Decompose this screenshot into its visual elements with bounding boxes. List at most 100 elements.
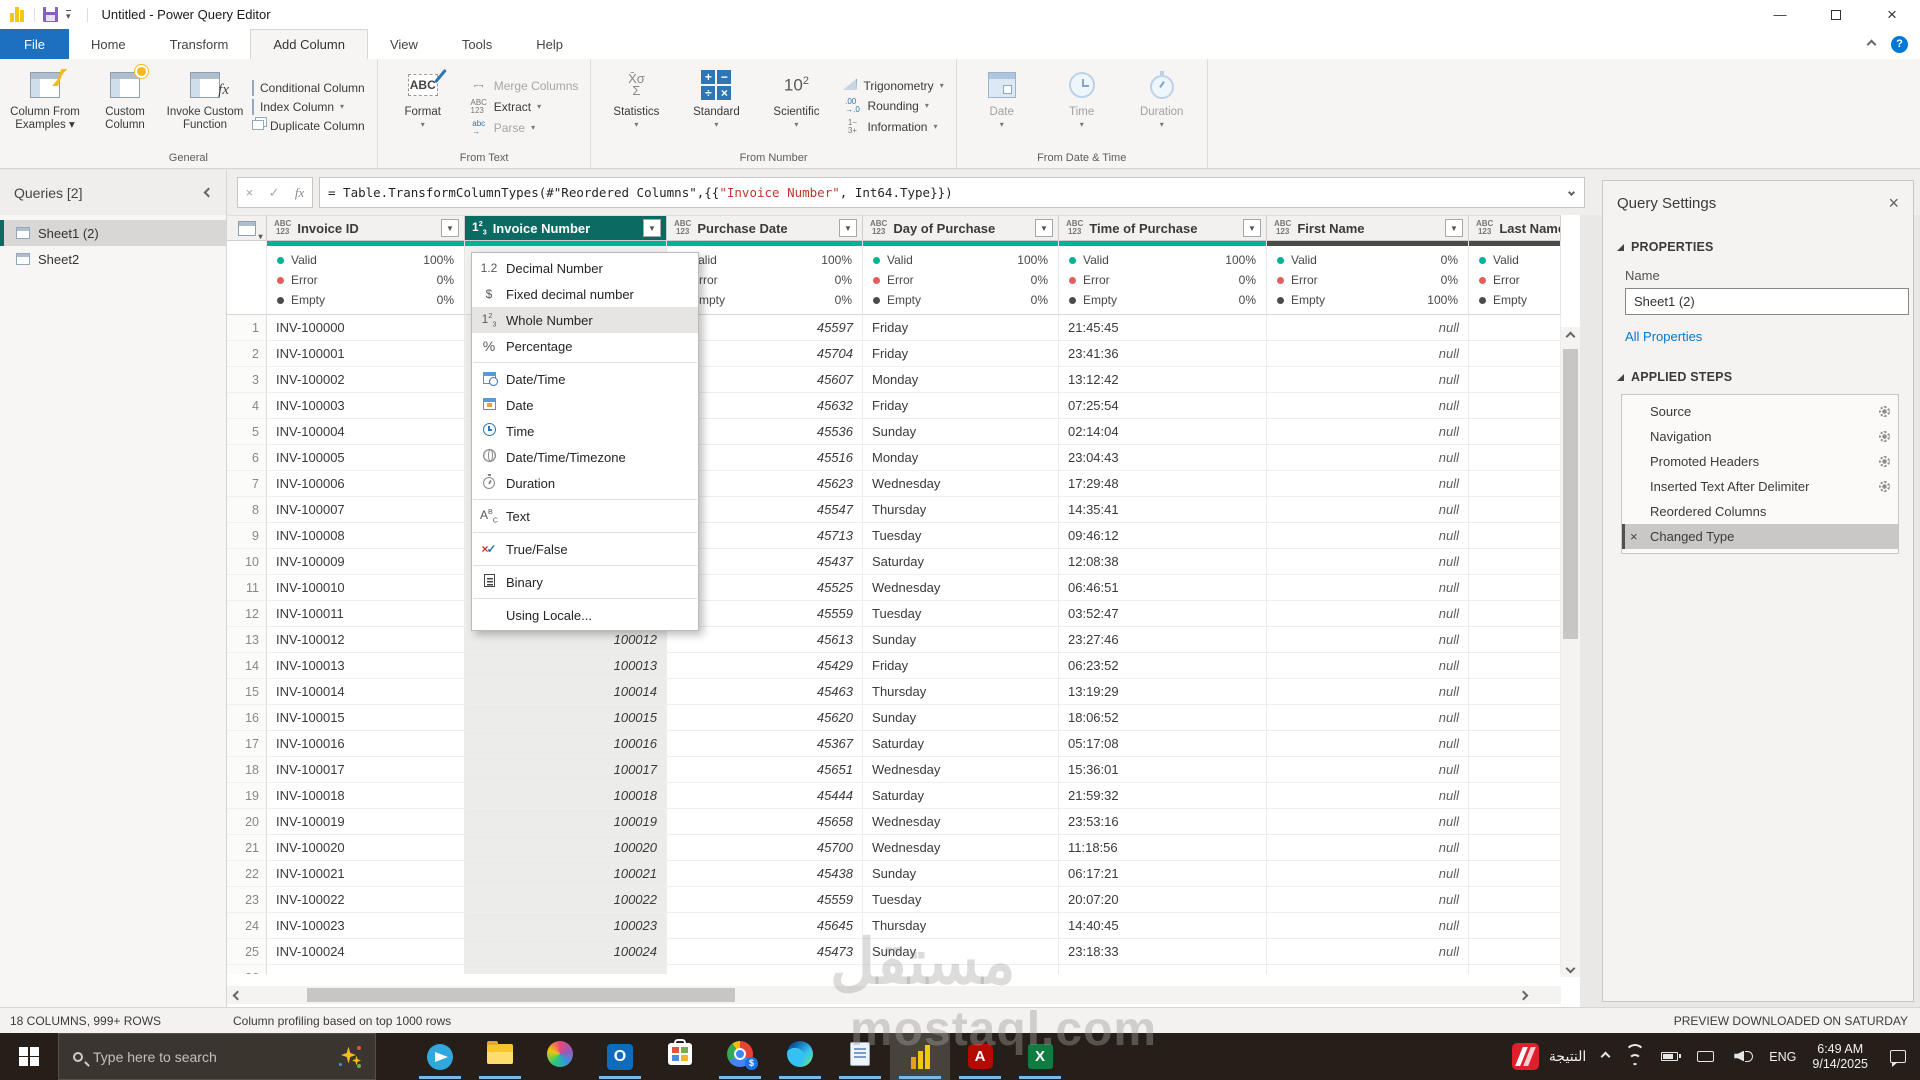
cell-time-of-purchase[interactable]: 14:35:41 bbox=[1059, 497, 1267, 523]
parse-button[interactable]: abc→Parse▾ bbox=[470, 120, 579, 136]
cell-invoice-id[interactable]: INV-100017 bbox=[267, 757, 465, 783]
cell-last-name[interactable] bbox=[1469, 887, 1561, 913]
cell-invoice-id[interactable]: INV-100003 bbox=[267, 393, 465, 419]
expand-formula-icon[interactable] bbox=[1568, 189, 1575, 196]
vertical-scroll-thumb[interactable] bbox=[1563, 349, 1578, 639]
cell-invoice-id[interactable]: INV-100008 bbox=[267, 523, 465, 549]
cell-day-of-purchase[interactable]: Friday bbox=[863, 393, 1059, 419]
date-button[interactable]: Date▾ bbox=[963, 63, 1041, 150]
cell-day-of-purchase[interactable]: Friday bbox=[863, 341, 1059, 367]
cell-day-of-purchase[interactable]: Saturday bbox=[863, 549, 1059, 575]
cancel-formula-icon[interactable]: × bbox=[246, 185, 254, 200]
maximize-button[interactable] bbox=[1808, 0, 1864, 29]
cell-invoice-id[interactable]: INV-100024 bbox=[267, 939, 465, 965]
conditional-column-button[interactable]: Conditional Column bbox=[252, 81, 365, 95]
cell-day-of-purchase[interactable]: Tuesday bbox=[863, 523, 1059, 549]
tab-home[interactable]: Home bbox=[69, 29, 148, 59]
cell-day-of-purchase[interactable]: Sunday bbox=[863, 627, 1059, 653]
cell-purchase-date[interactable]: 45429 bbox=[667, 653, 863, 679]
cell-last-name[interactable] bbox=[1469, 757, 1561, 783]
applied-step-source[interactable]: Source bbox=[1622, 399, 1898, 424]
cell-invoice-id[interactable]: INV-100010 bbox=[267, 575, 465, 601]
cell-invoice-id[interactable]: INV-100018 bbox=[267, 783, 465, 809]
cell-time-of-purchase[interactable]: 11:18:56 bbox=[1059, 835, 1267, 861]
cell-last-name[interactable] bbox=[1469, 913, 1561, 939]
tray-overflow-icon[interactable] bbox=[1601, 1052, 1611, 1062]
column-header-last-name[interactable]: ABC123Last Name bbox=[1469, 215, 1561, 241]
column-header-day-of-purchase[interactable]: ABC123Day of Purchase▼ bbox=[863, 215, 1059, 241]
cell-day-of-purchase[interactable]: Sunday bbox=[863, 861, 1059, 887]
extract-button[interactable]: ABC123Extract▾ bbox=[470, 99, 579, 115]
column-header-time-of-purchase[interactable]: ABC123Time of Purchase▼ bbox=[1059, 215, 1267, 241]
cell-day-of-purchase[interactable]: Wednesday bbox=[863, 835, 1059, 861]
cell-day-of-purchase[interactable]: Thursday bbox=[863, 497, 1059, 523]
menu-item-whole-number[interactable]: 123Whole Number bbox=[472, 307, 698, 333]
cell-day-of-purchase[interactable]: Sunday bbox=[863, 705, 1059, 731]
cell-last-name[interactable] bbox=[1469, 549, 1561, 575]
taskbar-search-box[interactable]: Type here to search bbox=[58, 1033, 376, 1080]
applied-step-navigation[interactable]: Navigation bbox=[1622, 424, 1898, 449]
cell-invoice-number[interactable]: 100020 bbox=[465, 835, 667, 861]
applied-step-reordered-columns[interactable]: Reordered Columns bbox=[1622, 499, 1898, 524]
language-indicator[interactable]: ENG bbox=[1769, 1050, 1796, 1064]
trigonometry-button[interactable]: Trigonometry▾ bbox=[843, 79, 943, 93]
cell-invoice-id[interactable]: INV-100023 bbox=[267, 913, 465, 939]
cell-invoice-number[interactable]: 100014 bbox=[465, 679, 667, 705]
status-profiling-info[interactable]: Column profiling based on top 1000 rows bbox=[233, 1014, 451, 1028]
cell-time-of-purchase[interactable]: 23:41:36 bbox=[1059, 341, 1267, 367]
cell-invoice-number[interactable]: 100016 bbox=[465, 731, 667, 757]
cell-invoice-id[interactable]: INV-100019 bbox=[267, 809, 465, 835]
cell-time-of-purchase[interactable]: 09:46:12 bbox=[1059, 523, 1267, 549]
cell-time-of-purchase[interactable]: 13:12:42 bbox=[1059, 367, 1267, 393]
cell-invoice-number[interactable]: 100023 bbox=[465, 913, 667, 939]
cell-first-name[interactable]: null bbox=[1267, 809, 1469, 835]
cell-time-of-purchase[interactable]: 15:36:01 bbox=[1059, 757, 1267, 783]
cell-first-name[interactable]: null bbox=[1267, 523, 1469, 549]
horizontal-scroll-thumb[interactable] bbox=[307, 988, 735, 1002]
scroll-right-icon[interactable] bbox=[1513, 992, 1533, 999]
menu-item-date-time-timezone[interactable]: Date/Time/Timezone bbox=[472, 444, 698, 470]
cell-last-name[interactable] bbox=[1469, 809, 1561, 835]
cell-purchase-date[interactable]: 45658 bbox=[667, 809, 863, 835]
taskbar-app-notepad[interactable] bbox=[830, 1033, 890, 1080]
step-settings-gear-icon[interactable] bbox=[1879, 406, 1890, 417]
statistics-button[interactable]: X̄σΣStatistics▾ bbox=[597, 63, 675, 150]
taskbar-app-chrome[interactable]: $ bbox=[710, 1033, 770, 1080]
cell-day-of-purchase[interactable]: Wednesday bbox=[863, 575, 1059, 601]
cell-day-of-purchase[interactable]: Wednesday bbox=[863, 809, 1059, 835]
wifi-icon[interactable] bbox=[1625, 1048, 1645, 1066]
menu-item-decimal-number[interactable]: 1.2Decimal Number bbox=[472, 255, 698, 281]
column-filter-icon[interactable]: ▼ bbox=[839, 219, 857, 237]
cell-time-of-purchase[interactable]: 17:29:48 bbox=[1059, 471, 1267, 497]
cell-time-of-purchase[interactable]: 13:19:29 bbox=[1059, 679, 1267, 705]
cell-last-name[interactable] bbox=[1469, 315, 1561, 341]
cell-time-of-purchase[interactable]: 12:08:38 bbox=[1059, 549, 1267, 575]
save-icon[interactable] bbox=[43, 7, 58, 22]
cell-invoice-id[interactable]: INV-100022 bbox=[267, 887, 465, 913]
cell-day-of-purchase[interactable]: Sunday bbox=[863, 939, 1059, 965]
taskbar-app-powerbi[interactable] bbox=[890, 1033, 950, 1080]
cell-invoice-number[interactable]: 100015 bbox=[465, 705, 667, 731]
cell-first-name[interactable]: null bbox=[1267, 705, 1469, 731]
query-item-sheet1-2[interactable]: Sheet1 (2) bbox=[0, 220, 226, 246]
cell-last-name[interactable] bbox=[1469, 835, 1561, 861]
cell-purchase-date[interactable]: 45700 bbox=[667, 835, 863, 861]
cell-invoice-id[interactable]: INV-100006 bbox=[267, 471, 465, 497]
cell-time-of-purchase[interactable]: 20:07:20 bbox=[1059, 887, 1267, 913]
cell-invoice-id[interactable]: INV-100012 bbox=[267, 627, 465, 653]
query-name-input[interactable] bbox=[1625, 288, 1909, 315]
cell-last-name[interactable] bbox=[1469, 705, 1561, 731]
cell-last-name[interactable] bbox=[1469, 367, 1561, 393]
scroll-up-icon[interactable] bbox=[1561, 327, 1580, 345]
cell-time-of-purchase[interactable]: 06:23:52 bbox=[1059, 653, 1267, 679]
cell-last-name[interactable] bbox=[1469, 731, 1561, 757]
cell-invoice-id[interactable]: INV-100007 bbox=[267, 497, 465, 523]
cell-last-name[interactable] bbox=[1469, 653, 1561, 679]
duplicate-column-button[interactable]: Duplicate Column bbox=[252, 119, 365, 133]
cell-invoice-id[interactable]: INV-100015 bbox=[267, 705, 465, 731]
whole-number-type-icon[interactable]: 123 bbox=[472, 218, 487, 238]
cell-invoice-id[interactable]: INV-100002 bbox=[267, 367, 465, 393]
cell-first-name[interactable]: null bbox=[1267, 627, 1469, 653]
cell-first-name[interactable]: null bbox=[1267, 679, 1469, 705]
horizontal-scrollbar[interactable] bbox=[227, 986, 1561, 1004]
